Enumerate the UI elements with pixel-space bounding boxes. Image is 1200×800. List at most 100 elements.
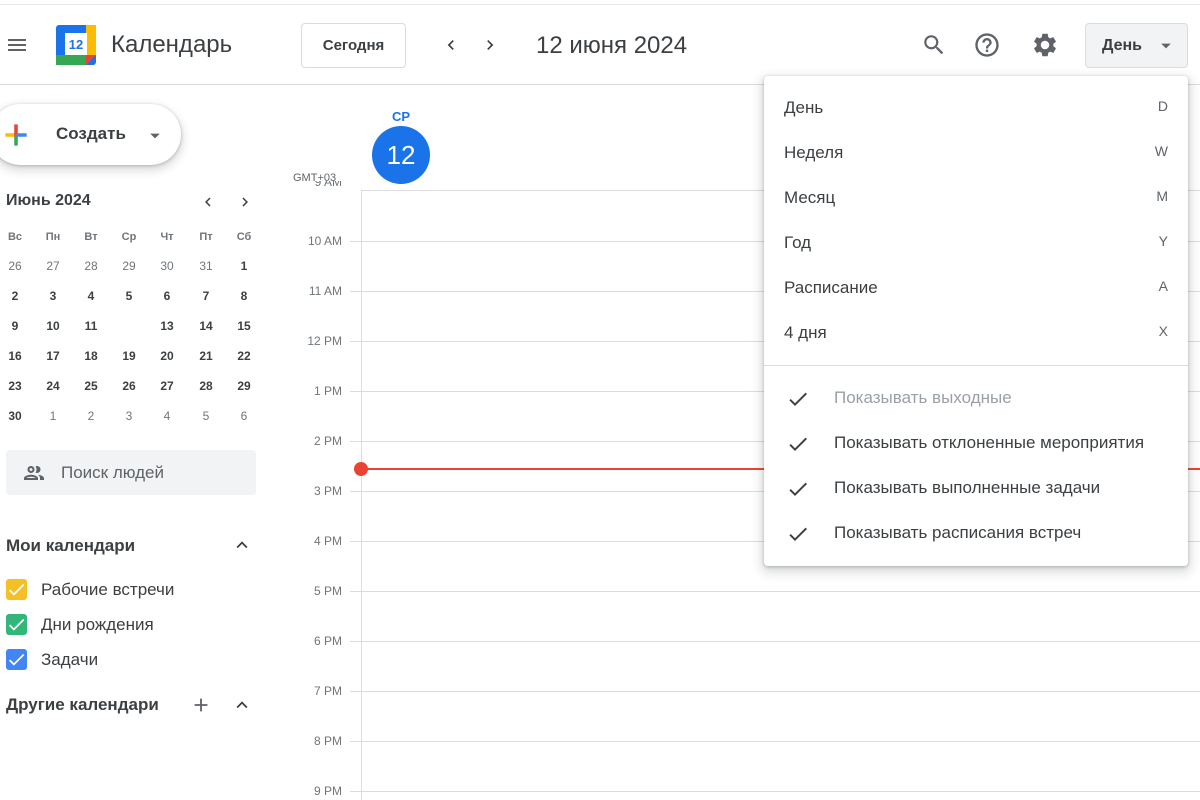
view-option[interactable]: Расписание A xyxy=(764,265,1188,310)
mini-calendar-day[interactable]: 6 xyxy=(229,402,259,430)
check-icon xyxy=(786,477,810,501)
mini-calendar-day[interactable]: 7 xyxy=(191,282,221,310)
mini-calendar-day[interactable]: 24 xyxy=(38,372,68,400)
mini-calendar-day[interactable]: 20 xyxy=(152,342,182,370)
view-option[interactable]: Месяц M xyxy=(764,175,1188,220)
help-button[interactable] xyxy=(971,29,1003,61)
mini-calendar-day[interactable]: 30 xyxy=(152,252,182,280)
day-column-date[interactable]: 12 xyxy=(372,126,430,184)
prev-period-button[interactable] xyxy=(436,33,466,57)
add-other-calendar-button[interactable] xyxy=(189,693,213,717)
mini-calendar-day[interactable]: 29 xyxy=(114,252,144,280)
calendar-item[interactable]: Рабочие встречи xyxy=(6,578,246,602)
chevron-right-icon xyxy=(487,40,494,50)
help-icon xyxy=(975,33,999,57)
mini-calendar-day[interactable]: 15 xyxy=(229,312,259,340)
mini-calendar-day[interactable]: 5 xyxy=(191,402,221,430)
view-option-shortcut: A xyxy=(1158,278,1168,294)
collapse-my-calendars-button[interactable] xyxy=(230,533,254,557)
caret-down-icon xyxy=(150,133,160,139)
display-option[interactable]: Показывать расписания встреч xyxy=(764,511,1188,556)
calendar-label: Дни рождения xyxy=(41,615,154,634)
mini-calendar-day[interactable]: 30 xyxy=(0,402,30,430)
mini-calendar-day[interactable]: 3 xyxy=(114,402,144,430)
mini-calendar-day[interactable]: 22 xyxy=(229,342,259,370)
mini-calendar-day[interactable]: 31 xyxy=(191,252,221,280)
mini-calendar-day[interactable]: 16 xyxy=(0,342,30,370)
mini-prev-month-button[interactable] xyxy=(196,190,220,214)
next-period-button[interactable] xyxy=(475,33,505,57)
chevron-up-icon xyxy=(236,701,248,709)
mini-calendar-day[interactable]: 23 xyxy=(0,372,30,400)
mini-calendar-day[interactable]: 3 xyxy=(38,282,68,310)
mini-calendar-day[interactable]: 13 xyxy=(152,312,182,340)
mini-calendar-day[interactable]: 19 xyxy=(114,342,144,370)
mini-calendar-day[interactable]: 14 xyxy=(191,312,221,340)
calendar-checkbox[interactable] xyxy=(6,579,27,600)
display-option[interactable]: Показывать отклоненные мероприятия xyxy=(764,421,1188,466)
display-option-label: Показывать выходные xyxy=(834,388,1012,407)
mini-calendar-day[interactable]: 17 xyxy=(38,342,68,370)
mini-calendar-day[interactable]: 26 xyxy=(114,372,144,400)
mini-calendar-day[interactable]: 4 xyxy=(152,402,182,430)
mini-calendar-day[interactable]: 21 xyxy=(191,342,221,370)
calendar-item[interactable]: Задачи xyxy=(6,648,246,672)
chevron-left-icon xyxy=(205,197,211,207)
people-search[interactable]: Поиск людей xyxy=(6,450,256,495)
calendar-checkbox[interactable] xyxy=(6,649,27,670)
mini-calendar-day[interactable]: 27 xyxy=(38,252,68,280)
view-option-label: Год xyxy=(784,233,812,252)
search-button[interactable] xyxy=(918,29,950,61)
mini-calendar-day[interactable]: 27 xyxy=(152,372,182,400)
main-menu-button[interactable] xyxy=(0,25,34,65)
my-calendars-title[interactable]: Мои календари xyxy=(6,536,135,556)
calendar-checkbox[interactable] xyxy=(6,614,27,635)
mini-next-month-button[interactable] xyxy=(233,190,257,214)
mini-calendar-day[interactable]: 8 xyxy=(229,282,259,310)
view-option[interactable]: 4 дня X xyxy=(764,310,1188,355)
mini-calendar-day[interactable]: 6 xyxy=(152,282,182,310)
mini-calendar-day[interactable]: 11 xyxy=(76,312,106,340)
mini-calendar-day[interactable]: 5 xyxy=(114,282,144,310)
view-option-shortcut: Y xyxy=(1158,233,1168,249)
mini-calendar-day[interactable]: 28 xyxy=(191,372,221,400)
mini-calendar-weekday: Пн xyxy=(45,231,61,243)
create-button[interactable]: Создать xyxy=(0,104,181,165)
mini-calendar-day[interactable]: 1 xyxy=(229,252,259,280)
mini-calendar-weekday: Чт xyxy=(160,231,174,243)
gear-icon xyxy=(1034,33,1056,57)
display-option-label: Показывать отклоненные мероприятия xyxy=(834,433,1145,452)
hour-label: 7 PM xyxy=(313,684,342,698)
mini-calendar-day[interactable]: 10 xyxy=(38,312,68,340)
mini-calendar-day[interactable]: 28 xyxy=(76,252,106,280)
hour-label: 2 PM xyxy=(313,434,342,448)
calendar-logo[interactable]: 12 xyxy=(56,25,96,65)
other-calendars-title[interactable]: Другие календари xyxy=(6,695,159,715)
view-option[interactable]: День D xyxy=(764,85,1188,130)
view-switcher-label: День xyxy=(1102,37,1142,54)
mini-calendar-day[interactable]: 1 xyxy=(38,402,68,430)
mini-calendar-day[interactable]: 29 xyxy=(229,372,259,400)
mini-calendar-day[interactable]: 26 xyxy=(0,252,30,280)
hour-label: 6 PM xyxy=(313,634,342,648)
app-title: Календарь xyxy=(111,31,233,58)
mini-calendar-day[interactable]: 9 xyxy=(0,312,30,340)
mini-calendar-day[interactable]: 4 xyxy=(76,282,106,310)
mini-calendar-day[interactable]: 12 xyxy=(114,311,144,341)
check-icon xyxy=(786,522,810,546)
mini-calendar-day[interactable]: 25 xyxy=(76,372,106,400)
mini-calendar-day[interactable]: 2 xyxy=(76,402,106,430)
mini-calendar-weekday: Пт xyxy=(199,231,213,243)
hour-label: 11 AM xyxy=(308,284,342,298)
today-button[interactable]: Сегодня xyxy=(301,23,406,68)
display-option[interactable]: Показывать выполненные задачи xyxy=(764,466,1188,511)
settings-button[interactable] xyxy=(1029,29,1061,61)
view-option-shortcut: W xyxy=(1154,143,1168,159)
view-option[interactable]: Год Y xyxy=(764,220,1188,265)
mini-calendar-day[interactable]: 18 xyxy=(76,342,106,370)
collapse-other-calendars-button[interactable] xyxy=(230,693,254,717)
view-option[interactable]: Неделя W xyxy=(764,130,1188,175)
view-switcher-button[interactable]: День xyxy=(1085,23,1188,68)
mini-calendar-day[interactable]: 2 xyxy=(0,282,30,310)
calendar-item[interactable]: Дни рождения xyxy=(6,613,246,637)
